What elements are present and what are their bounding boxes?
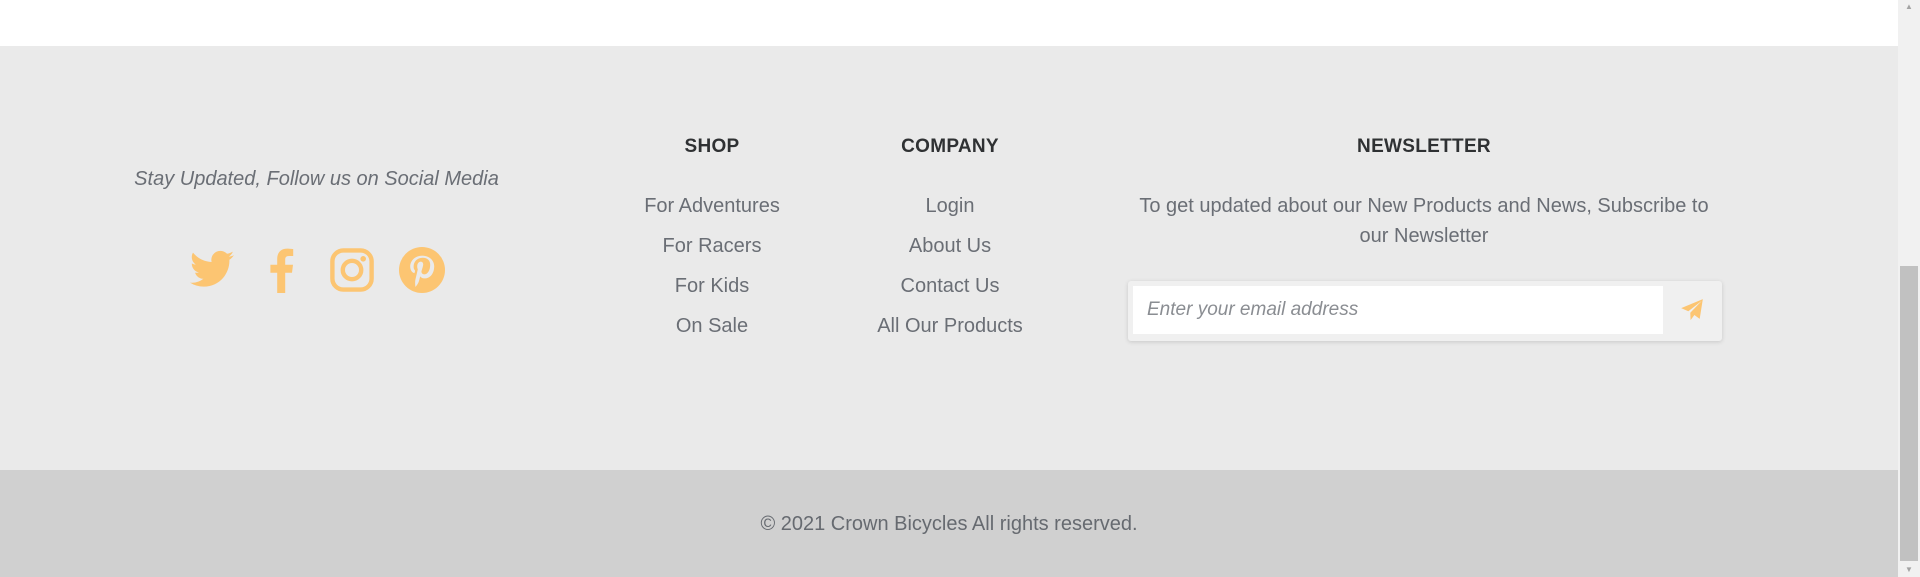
instagram-icon[interactable] — [328, 246, 376, 294]
company-link-login[interactable]: Login — [860, 191, 1040, 221]
company-link-contact[interactable]: Contact Us — [860, 271, 1040, 301]
company-links: Login About Us Contact Us All Our Produc… — [860, 191, 1040, 351]
email-input[interactable] — [1133, 286, 1663, 334]
page: Stay Updated, Follow us on Social Media — [0, 0, 1920, 577]
scroll-up-arrow-icon[interactable]: ▲ — [1898, 0, 1920, 14]
newsletter-form — [1128, 281, 1722, 341]
content-area-top — [0, 0, 1898, 46]
shop-link-kids[interactable]: For Kids — [640, 271, 784, 301]
social-icons — [100, 246, 533, 294]
scrollbar-thumb[interactable] — [1900, 266, 1918, 561]
subscribe-button[interactable] — [1667, 286, 1717, 334]
copyright-bar: © 2021 Crown Bicycles All rights reserve… — [0, 470, 1898, 577]
shop-link-sale[interactable]: On Sale — [640, 311, 784, 341]
pinterest-icon[interactable] — [398, 246, 446, 294]
shop-link-adventures[interactable]: For Adventures — [640, 191, 784, 221]
company-link-about[interactable]: About Us — [860, 231, 1040, 261]
vertical-scrollbar[interactable]: ▲ ▼ — [1898, 0, 1920, 577]
newsletter-heading: NEWSLETTER — [1357, 136, 1491, 157]
scroll-down-arrow-icon[interactable]: ▼ — [1898, 563, 1920, 577]
social-tagline: Stay Updated, Follow us on Social Media — [134, 168, 499, 190]
shop-links: For Adventures For Racers For Kids On Sa… — [640, 191, 784, 351]
copyright-text: © 2021 Crown Bicycles All rights reserve… — [760, 513, 1138, 535]
twitter-icon[interactable] — [188, 246, 236, 294]
facebook-icon[interactable] — [258, 246, 306, 294]
shop-heading: SHOP — [684, 136, 740, 157]
company-heading: COMPANY — [901, 136, 999, 157]
newsletter-description: To get updated about our New Products an… — [1139, 195, 1709, 247]
paper-plane-icon — [1679, 297, 1705, 323]
company-link-products[interactable]: All Our Products — [860, 311, 1040, 341]
site-footer: Stay Updated, Follow us on Social Media — [0, 46, 1898, 470]
shop-link-racers[interactable]: For Racers — [640, 231, 784, 261]
